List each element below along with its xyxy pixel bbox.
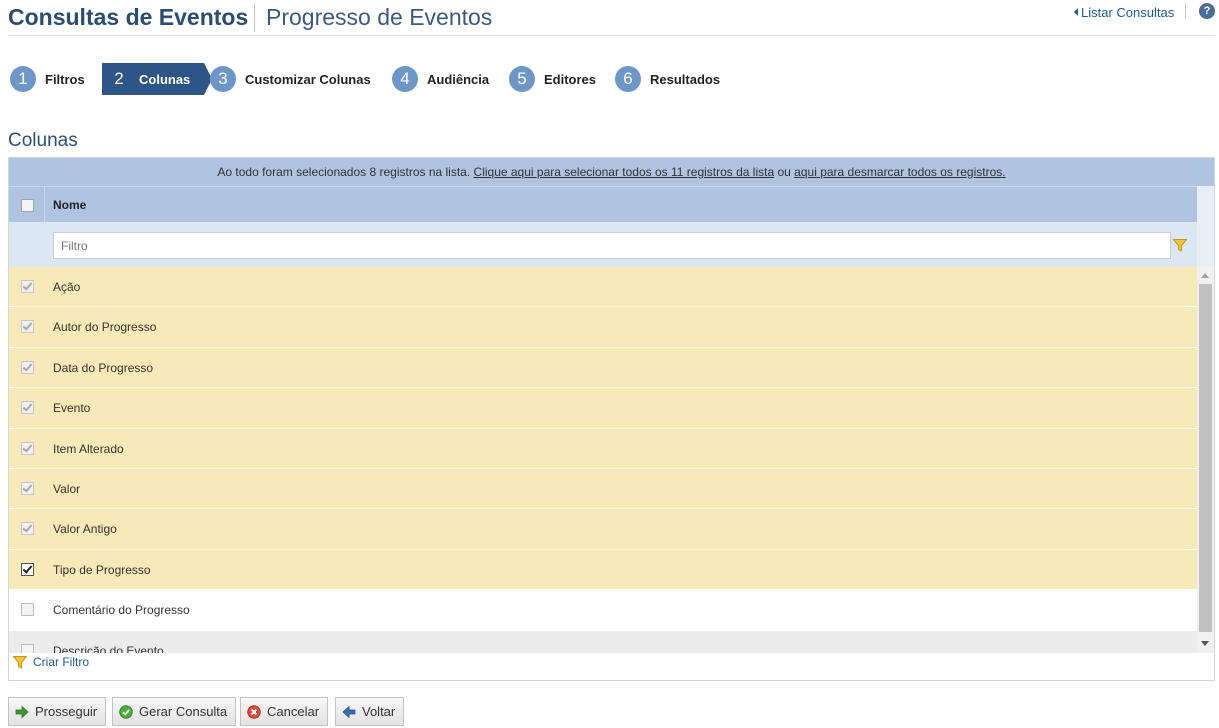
step-customize-columns[interactable]: 3 Customizar Colunas <box>210 63 371 95</box>
wizard-steps: 1 Filtros 2 Colunas 3 Customizar Colunas… <box>10 63 810 95</box>
list-item-label: Evento <box>53 401 91 416</box>
step-editors[interactable]: 5 Editores <box>509 63 596 95</box>
step-label: Resultados <box>650 71 721 87</box>
select-all-checkbox[interactable] <box>21 199 34 212</box>
step-label: Editores <box>544 71 597 87</box>
section-title: Colunas <box>8 130 78 151</box>
step-audience[interactable]: 4 Audiência <box>392 63 489 95</box>
scroll-up-icon[interactable] <box>1201 273 1209 278</box>
deselect-all-link[interactable]: aqui para desmarcar todos os registros. <box>794 165 1005 179</box>
create-filter-label: Criar Filtro <box>33 655 89 669</box>
step-results[interactable]: 6 Resultados <box>615 63 720 95</box>
step-number: 5 <box>509 66 535 92</box>
name-filter-input[interactable] <box>53 232 1171 259</box>
columns-grid: Ao todo foram selecionados 8 registros n… <box>8 157 1215 681</box>
step-filters[interactable]: 1 Filtros <box>10 63 85 95</box>
list-item[interactable]: Data do Progresso <box>9 347 1197 389</box>
scroll-thumb[interactable] <box>1199 284 1212 632</box>
help-icon[interactable]: ? <box>1199 3 1215 19</box>
columns-list: Ação Autor do Progresso Data do Progress… <box>9 267 1197 653</box>
list-item[interactable]: Ação <box>9 267 1197 308</box>
list-item[interactable]: Tipo de Progresso <box>9 549 1197 591</box>
header-scroll-spacer <box>1197 186 1214 267</box>
list-item-label: Valor Antigo <box>53 522 117 537</box>
step-label: Filtros <box>45 71 85 87</box>
row-checkbox <box>21 441 34 455</box>
cancel-button[interactable]: Cancelar <box>240 697 329 726</box>
cancel-label: Cancelar <box>267 704 320 719</box>
select-all-link[interactable]: Clique aqui para selecionar todos os 11 … <box>474 165 775 179</box>
check-circle-icon <box>119 704 133 719</box>
grid-footer: Criar Filtro <box>9 653 1214 680</box>
row-checkbox <box>21 522 34 536</box>
list-item[interactable]: Comentário do Progresso <box>9 590 1197 631</box>
back-button[interactable]: Voltar <box>335 697 405 726</box>
list-queries-link[interactable]: Listar Consultas <box>1074 5 1174 20</box>
funnel-icon[interactable] <box>1173 239 1187 252</box>
list-item-label: Item Alterado <box>53 441 124 456</box>
title-divider <box>254 4 255 32</box>
list-item-label: Descrição do Evento <box>53 643 164 653</box>
generate-query-button[interactable]: Gerar Consulta <box>112 697 237 726</box>
step-number: 4 <box>392 66 418 92</box>
step-number: 3 <box>210 66 236 92</box>
step-number: 1 <box>10 66 36 92</box>
page-header: Consultas de Eventos Progresso de Evento… <box>8 0 1215 36</box>
list-item-label: Comentário do Progresso <box>53 603 190 618</box>
list-item-label: Valor <box>53 481 81 496</box>
row-checkbox[interactable] <box>21 643 34 653</box>
row-checkbox <box>21 481 34 495</box>
step-label: Colunas <box>139 71 191 87</box>
filter-row <box>9 222 1197 267</box>
list-item[interactable]: Descrição do Evento <box>9 630 1197 653</box>
column-divider <box>44 187 45 223</box>
selection-info-text: Ao todo foram selecionados 8 registros n… <box>217 165 474 179</box>
row-checkbox <box>21 280 34 293</box>
generate-query-label: Gerar Consulta <box>139 704 228 719</box>
list-item[interactable]: Valor Antigo <box>9 509 1197 550</box>
funnel-icon <box>13 655 27 669</box>
step-number: 6 <box>615 66 641 92</box>
row-checkbox[interactable] <box>21 603 34 617</box>
arrow-left-icon <box>1074 8 1078 16</box>
list-item[interactable]: Item Alterado <box>9 428 1197 469</box>
list-queries-label: Listar Consultas <box>1081 5 1175 20</box>
proceed-button[interactable]: Prosseguir <box>8 697 107 726</box>
proceed-label: Prosseguir <box>35 704 98 719</box>
column-header-name[interactable]: Nome <box>53 198 86 212</box>
step-number: 2 <box>114 69 124 88</box>
list-scrollbar[interactable] <box>1197 267 1214 653</box>
cancel-icon <box>247 704 261 719</box>
back-label: Voltar <box>362 704 396 719</box>
list-item-label: Ação <box>53 280 81 294</box>
row-checkbox <box>21 360 34 374</box>
step-columns[interactable]: 2 Colunas <box>102 63 213 95</box>
list-item-label: Data do Progresso <box>53 360 154 375</box>
row-checkbox <box>21 320 34 334</box>
header-divider <box>1185 3 1186 19</box>
scroll-down-icon[interactable] <box>1201 641 1209 646</box>
selection-info-text-or: ou <box>774 165 795 179</box>
selection-info-bar: Ao todo foram selecionados 8 registros n… <box>9 158 1214 186</box>
page-title: Consultas de Eventos <box>8 4 249 30</box>
arrow-left-icon <box>342 705 356 718</box>
row-checkbox <box>21 401 34 415</box>
list-item[interactable]: Autor do Progresso <box>9 307 1197 348</box>
list-item[interactable]: Valor <box>9 468 1197 510</box>
list-item-label: Tipo de Progresso <box>53 562 151 577</box>
step-label: Customizar Colunas <box>245 71 371 87</box>
list-item[interactable]: Evento <box>9 388 1197 429</box>
arrow-right-icon <box>15 705 29 718</box>
column-header-row: Nome <box>9 186 1197 223</box>
step-label: Audiência <box>427 71 490 87</box>
create-filter-link[interactable]: Criar Filtro <box>13 655 89 669</box>
list-item-label: Autor do Progresso <box>53 320 157 335</box>
page-subtitle: Progresso de Eventos <box>266 4 493 30</box>
row-checkbox[interactable] <box>21 562 34 576</box>
